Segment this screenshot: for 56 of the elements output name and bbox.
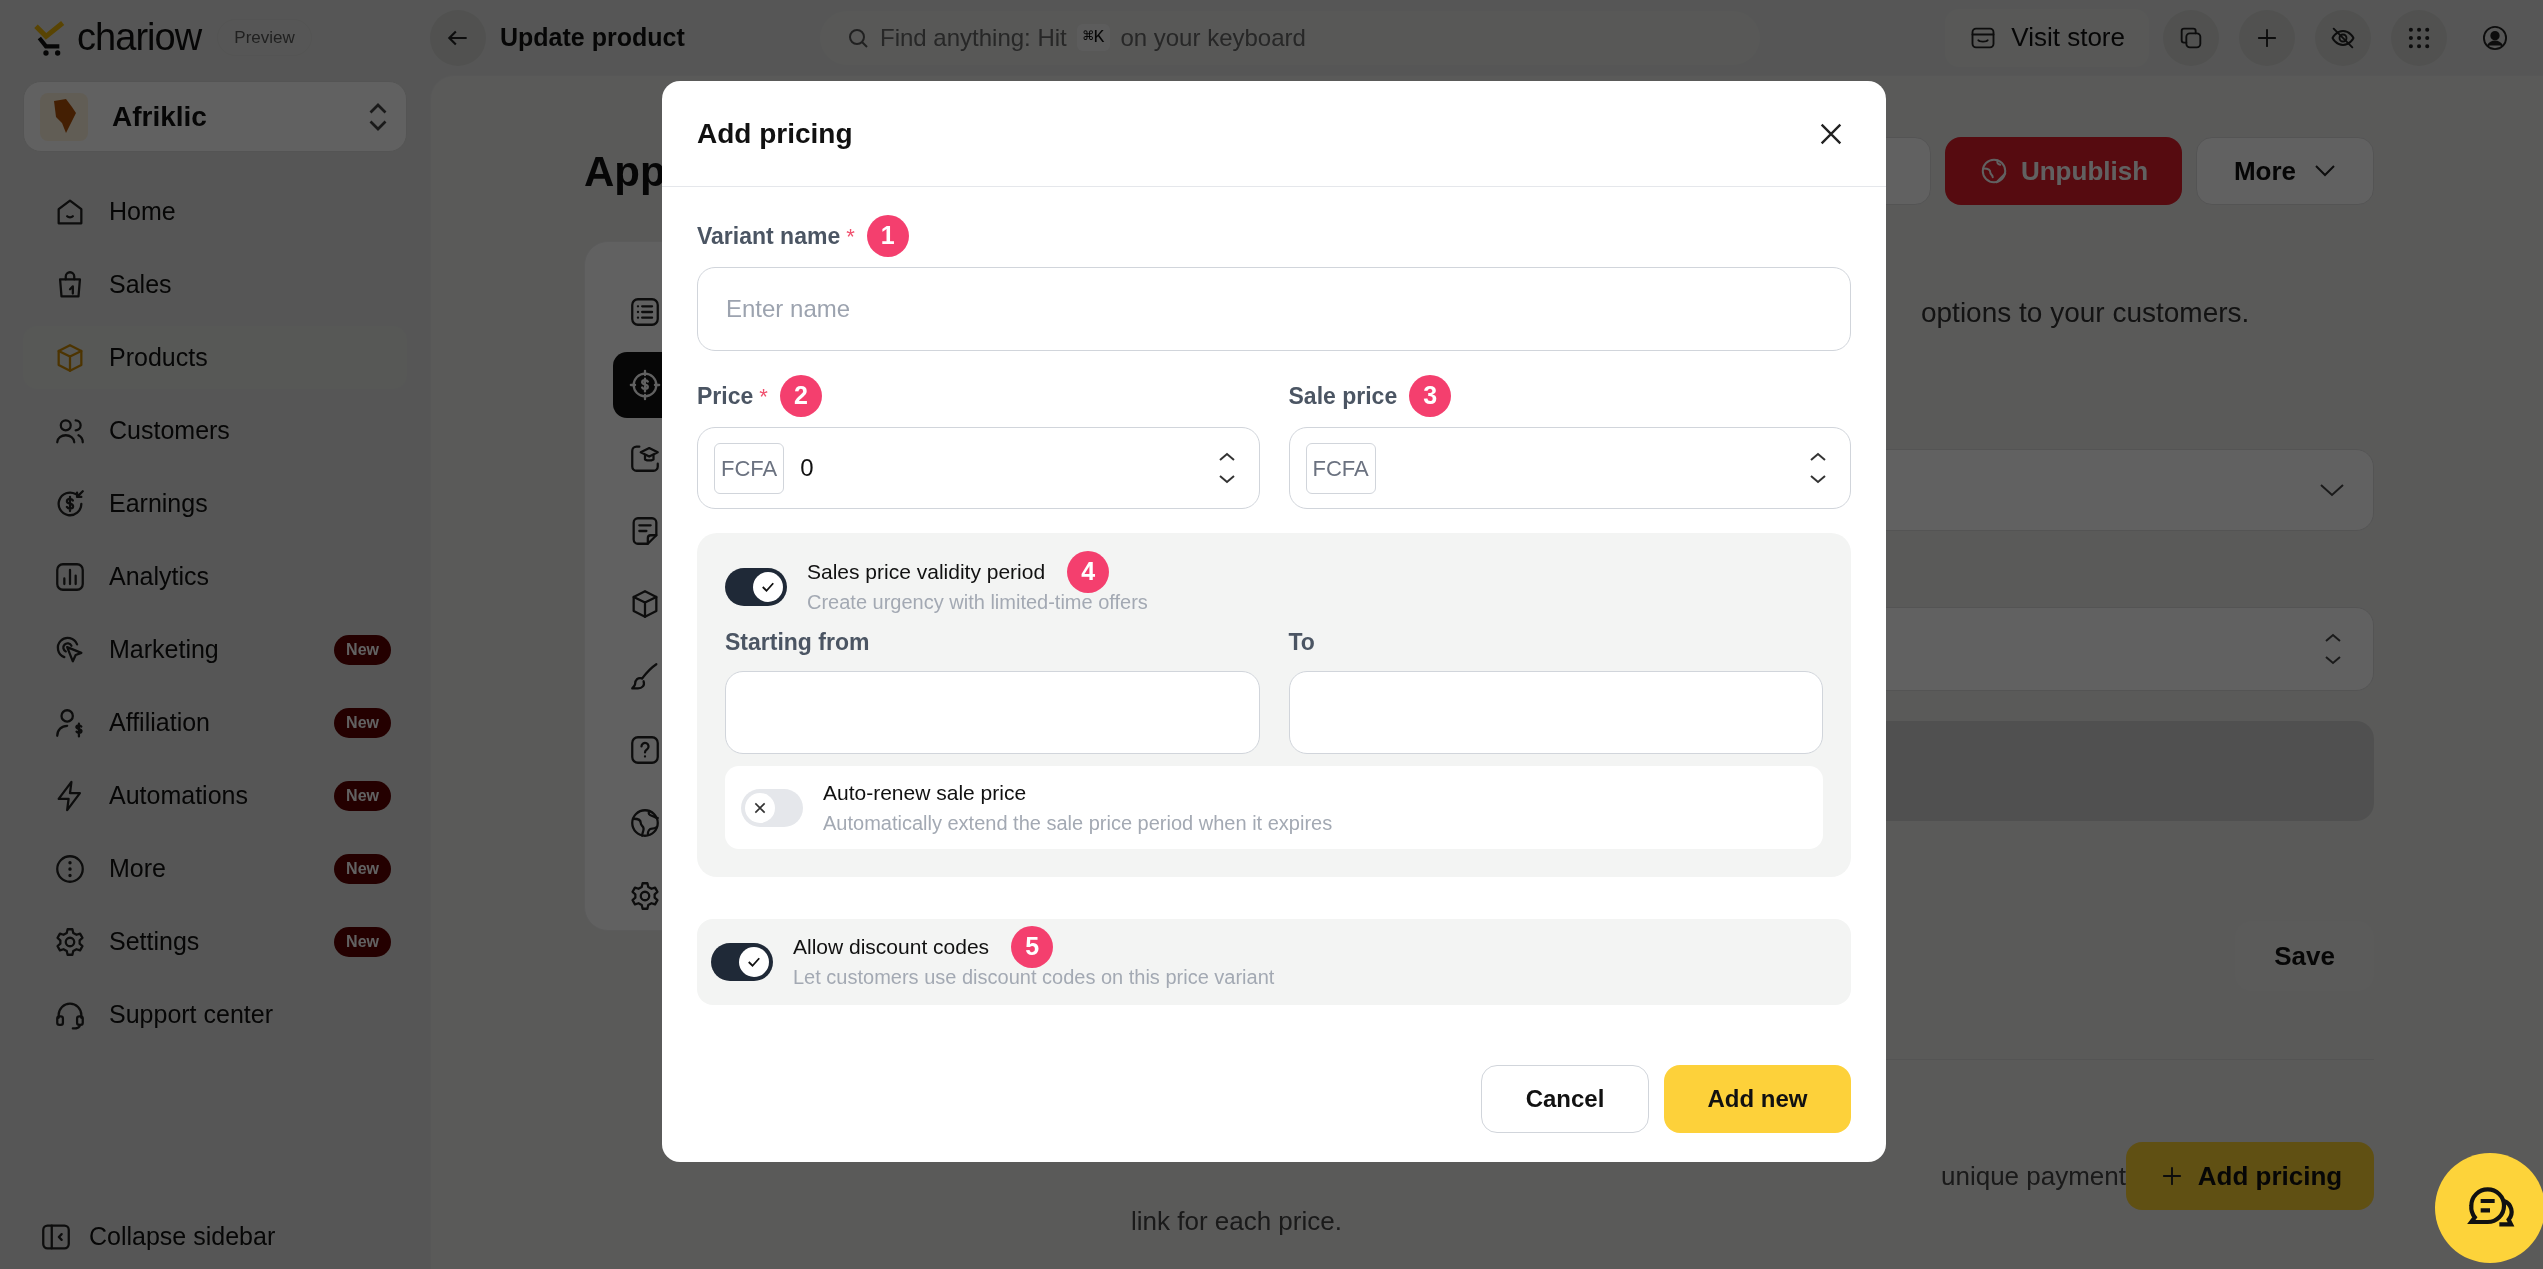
sidebar-item[interactable]: Home [23,180,407,243]
toggle-description: Let customers use discount codes on this price variant [793,965,1275,990]
input-field[interactable]: Enter name [697,267,1851,351]
currency-label: FCFA [1305,442,1376,494]
sidebar-item[interactable]: Earnings [23,472,407,535]
step-badge: 5 [1011,926,1054,968]
cancel-button[interactable]: Cancel [1481,1065,1649,1133]
dialog-title: Add pricing [697,116,854,151]
toggle-label: Allow discount codes [793,934,990,961]
more-button[interactable]: More [2196,137,2374,205]
required-mark: * [759,382,768,411]
field-label: To [1288,628,1316,657]
field-value: 0 [800,453,815,483]
note-text: link for each price. [1130,1206,1342,1236]
page-title: Update product [500,21,686,53]
page-heading: App [584,146,666,197]
workspace-name: Afriklic [112,99,208,134]
sidebar-item[interactable]: Affiliation New [23,691,407,754]
required-mark: * [846,222,855,251]
field-label: Starting from [725,628,871,657]
add-pricing-button[interactable]: Add pricing [2126,1142,2374,1210]
sidebar-item[interactable]: More New [23,837,407,900]
step-badge: 1 [866,215,909,257]
workspace-switcher[interactable]: Afriklic [23,81,407,152]
new-badge: New [334,634,391,665]
intro-text: options to your customers. [1920,296,2250,330]
sidebar-item[interactable]: Analytics [23,545,407,608]
field-label: Variant name [697,221,841,251]
toggle-description: Automatically extend the sale price period when it expires [823,810,1333,836]
sidebar-item[interactable]: Sales [23,253,407,316]
new-badge: New [334,853,391,884]
brand-name: chariow [77,15,202,60]
collapse-sidebar-button[interactable]: Collapse sidebar [23,1207,407,1267]
price-field[interactable]: FCFA [1288,427,1851,509]
toggle-label: Auto-renew sale price [823,779,1027,806]
toggle-description: Create urgency with limited-time offers [807,590,1148,615]
toggle-label: Sales price validity period [807,559,1046,586]
step-badge: 3 [1409,375,1452,417]
field-label: Sale price [1288,381,1398,411]
sidebar-item[interactable]: Settings New [23,910,407,973]
step-badge: 4 [1067,551,1110,593]
unpublish-button[interactable]: Unpublish [1945,137,2182,205]
add-new-button[interactable]: Add new [1664,1065,1851,1133]
sidebar-item[interactable]: Support center [23,983,407,1046]
sidebar-item[interactable]: Customers [23,399,407,462]
sidebar-item[interactable]: Marketing New [23,618,407,681]
field-label: Price [697,381,754,411]
currency-label: FCFA [714,442,785,494]
price-field[interactable]: FCFA 0 [697,427,1260,509]
note-text: unique payment [1940,1160,2126,1191]
step-badge: 2 [779,375,822,417]
new-badge: New [334,780,391,811]
sidebar-item[interactable]: Automations New [23,764,407,827]
new-badge: New [334,926,391,957]
new-badge: New [334,707,391,738]
shortcut-key: ⌘K [1076,24,1111,51]
